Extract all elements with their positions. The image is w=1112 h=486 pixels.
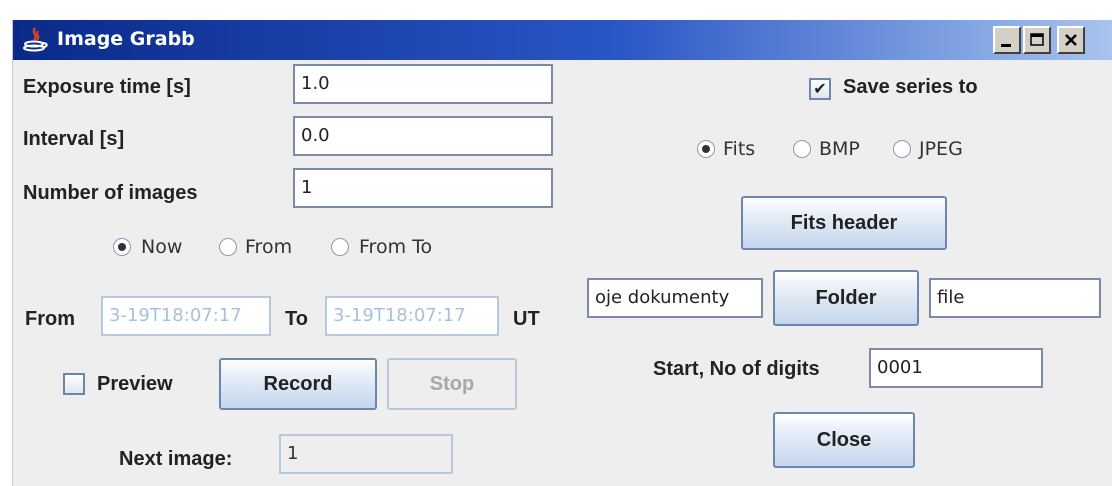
save-series-checkbox-box: ✔ [809,78,831,100]
next-image-label: Next image: [119,448,233,470]
format-jpeg-label: JPEG [919,138,963,160]
format-bmp-label: BMP [819,138,860,160]
next-image-value: 1 [279,434,453,474]
maximize-icon [1030,33,1044,46]
start-digits-input[interactable]: 0001 [869,348,1043,388]
exposure-time-input[interactable]: 1.0 [293,64,553,104]
format-fits-label: Fits [723,138,756,160]
java-icon [23,27,48,52]
close-icon [1065,34,1077,46]
maximize-button[interactable] [1023,26,1051,54]
preview-label: Preview [97,373,173,395]
radio-jpeg-icon [893,140,911,158]
to-datetime-input[interactable]: 3-19T18:07:17 [325,296,499,336]
title-bar[interactable]: Image Grabb [13,20,1112,60]
folder-path-input[interactable]: oje dokumenty [587,278,763,318]
radio-fits-icon [697,140,715,158]
interval-input[interactable]: 0.0 [293,116,553,156]
start-mode-from-to-label: From To [359,236,433,258]
from-datetime-input[interactable]: 3-19T18:07:17 [101,296,271,336]
radio-now-icon [113,238,131,256]
minimize-button[interactable] [993,26,1021,54]
stop-button[interactable]: Stop [387,358,517,410]
preview-checkbox-box [63,373,85,395]
record-button[interactable]: Record [219,358,377,410]
radio-from-icon [219,238,237,256]
from-label: From [25,308,75,330]
to-label: To [285,308,308,330]
fits-header-button[interactable]: Fits header [741,196,947,250]
folder-button[interactable]: Folder [773,270,919,326]
radio-bmp-icon [793,140,811,158]
save-series-label: Save series to [843,76,978,98]
number-of-images-input[interactable]: 1 [293,168,553,208]
start-mode-from-label: From [245,236,293,258]
image-grabb-window: Image Grabb Exposure time [s] 1.0 Interv… [12,20,1112,486]
close-button[interactable]: Close [773,412,915,468]
start-digits-label: Start, No of digits [653,358,820,380]
interval-label: Interval [s] [23,128,125,150]
window-title: Image Grabb [57,28,195,50]
number-of-images-label: Number of images [23,182,198,204]
ut-label: UT [513,308,540,330]
close-window-button[interactable] [1057,26,1085,54]
file-name-input[interactable]: file [929,278,1101,318]
minimize-icon [1001,44,1011,47]
start-mode-now-label: Now [141,236,183,258]
radio-from-to-icon [331,238,349,256]
exposure-time-label: Exposure time [s] [23,76,191,98]
